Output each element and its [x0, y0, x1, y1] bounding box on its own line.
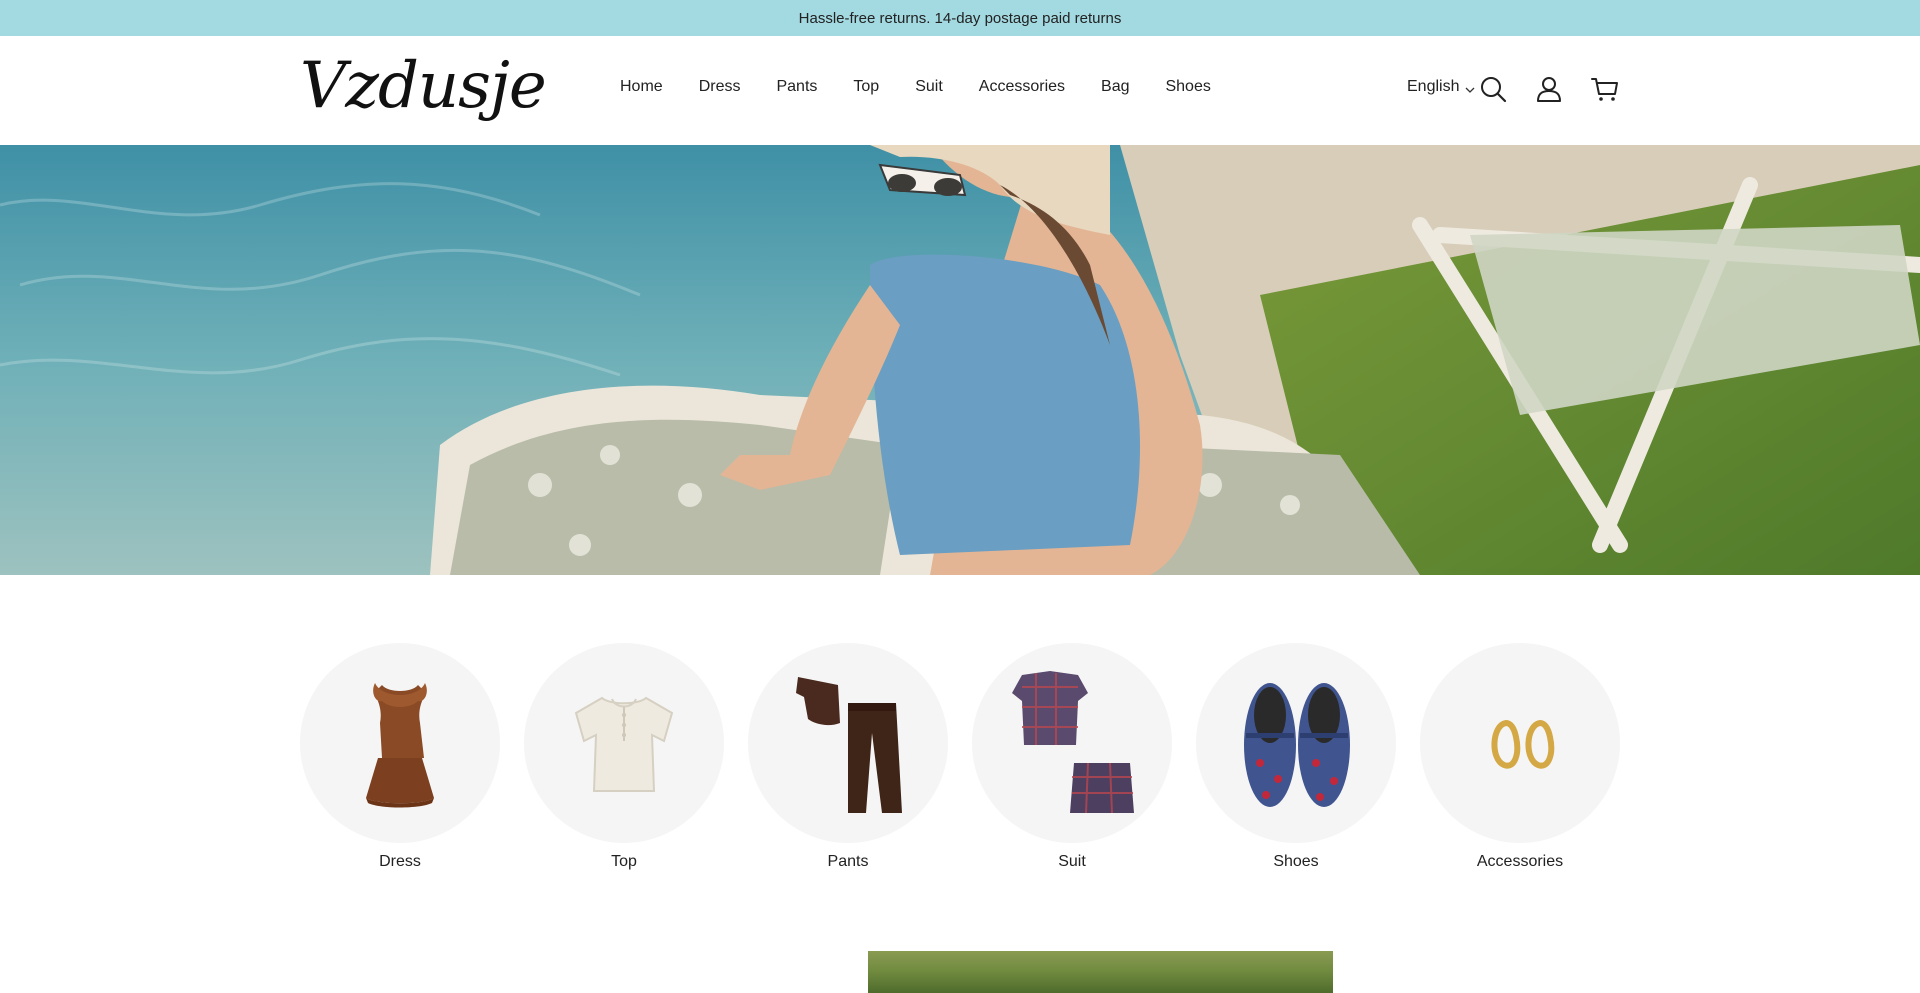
category-accessories-label: Accessories — [1476, 853, 1564, 870]
category-pants-image — [748, 643, 948, 843]
dress-icon — [366, 683, 434, 808]
category-shoes-label: Shoes — [1273, 853, 1319, 870]
category-row: Dress Top Pants Suit Shoes Accessories — [300, 643, 1620, 871]
nav-item-suit[interactable]: Suit — [915, 78, 943, 96]
category-shoes-image — [1196, 643, 1396, 843]
category-suit-label: Suit — [1058, 853, 1086, 870]
category-accessories-image — [1420, 643, 1620, 843]
nav-item-home[interactable]: Home — [620, 78, 663, 96]
nav-item-bag[interactable]: Bag — [1101, 78, 1129, 96]
announcement-bar: Hassle-free returns. 14-day postage paid… — [0, 0, 1920, 36]
language-label: English — [1407, 78, 1460, 95]
category-dress[interactable]: Dress — [300, 643, 500, 871]
category-pants-label: Pants — [827, 853, 869, 870]
category-suit[interactable]: Suit — [972, 643, 1172, 871]
category-pants[interactable]: Pants — [748, 643, 948, 871]
category-dress-image — [300, 643, 500, 843]
earrings-icon — [1491, 719, 1555, 769]
nav-item-top[interactable]: Top — [853, 78, 879, 96]
nav-item-shoes[interactable]: Shoes — [1165, 78, 1210, 96]
top-icon — [574, 696, 674, 792]
category-accessories[interactable]: Accessories — [1420, 643, 1620, 871]
announcement-text: Hassle-free returns. 14-day postage paid… — [798, 9, 1122, 27]
category-dress-label: Dress — [379, 853, 421, 870]
category-top[interactable]: Top — [524, 643, 724, 871]
language-selector[interactable]: English — [1407, 78, 1475, 96]
category-shoes[interactable]: Shoes — [1196, 643, 1396, 871]
shoes-icon — [1244, 683, 1350, 807]
cart-icon[interactable] — [1590, 74, 1620, 104]
site-header: Vzdusje Home Dress Pants Top Suit Access… — [0, 36, 1920, 145]
suit-icon — [1012, 671, 1134, 814]
logo[interactable]: Vzdusje — [300, 46, 547, 126]
hero-image — [0, 145, 1920, 575]
category-top-label: Top — [611, 853, 637, 870]
promo-image[interactable] — [868, 951, 1333, 993]
nav-item-dress[interactable]: Dress — [699, 78, 741, 96]
main-nav: Home Dress Pants Top Suit Accessories Ba… — [620, 78, 1247, 96]
account-icon[interactable] — [1534, 74, 1564, 104]
category-top-image — [524, 643, 724, 843]
hero-banner[interactable] — [0, 145, 1920, 575]
chevron-down-icon — [1465, 82, 1475, 93]
nav-item-accessories[interactable]: Accessories — [979, 78, 1065, 96]
search-icon[interactable] — [1478, 74, 1508, 104]
nav-item-pants[interactable]: Pants — [776, 78, 817, 96]
category-suit-image — [972, 643, 1172, 843]
pants-icon — [796, 677, 902, 813]
